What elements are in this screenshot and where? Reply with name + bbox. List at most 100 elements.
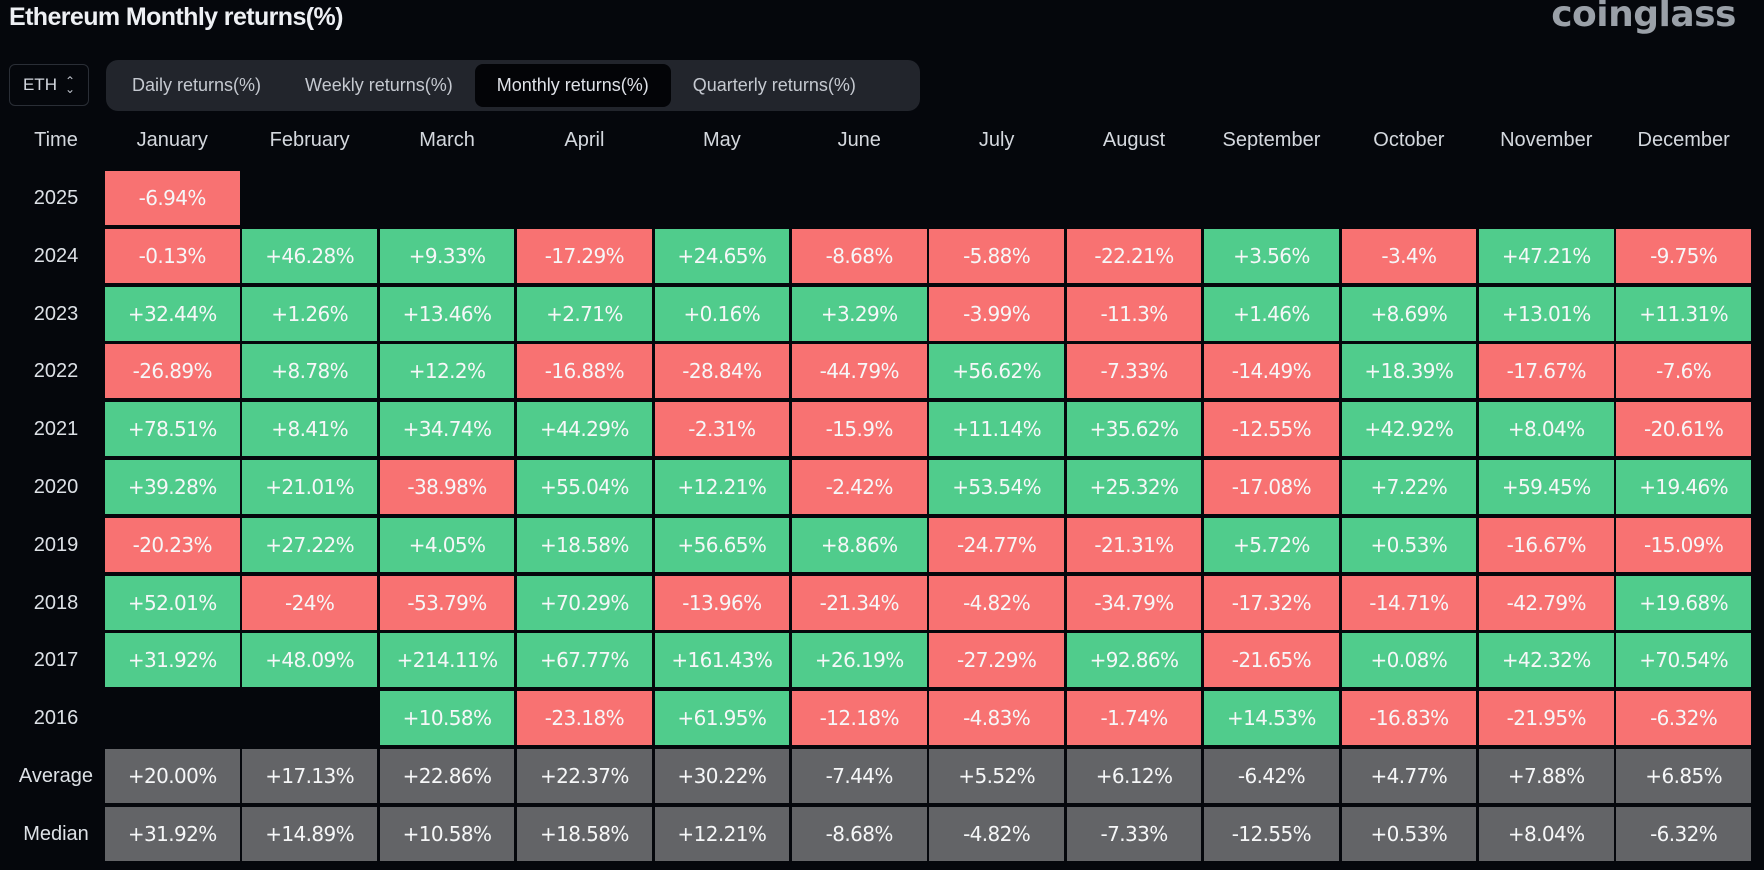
return-cell: -14.49% xyxy=(1204,344,1339,399)
return-cell: +59.45% xyxy=(1479,460,1614,514)
return-cell: -28.84% xyxy=(654,344,790,399)
return-cell: +53.54% xyxy=(929,460,1064,514)
return-cell: +2.71% xyxy=(517,286,652,341)
return-cell: +34.74% xyxy=(379,402,515,457)
summary-cell: +7.88% xyxy=(1479,749,1614,803)
year-label: 2018 xyxy=(33,591,79,614)
return-cell: +32.44% xyxy=(105,286,240,341)
return-cell: +42.32% xyxy=(1479,633,1614,688)
column-header: November xyxy=(1500,129,1593,151)
summary-cell: -4.82% xyxy=(929,806,1064,861)
summary-cell: +10.58% xyxy=(379,806,515,861)
return-cell: +11.14% xyxy=(929,402,1064,457)
summary-cell: +5.52% xyxy=(929,749,1064,803)
return-cell: +21.01% xyxy=(242,460,377,514)
year-label: 2022 xyxy=(33,360,79,383)
summary-cell: +22.37% xyxy=(517,749,652,803)
asset-selector[interactable]: ETH ⌃ ⌄ xyxy=(9,64,89,106)
return-cell: +12.2% xyxy=(379,344,515,399)
return-cell: +44.29% xyxy=(517,402,652,457)
return-cell: +13.46% xyxy=(379,286,515,341)
return-cell: -13.96% xyxy=(654,575,790,630)
return-cell: +11.31% xyxy=(1616,286,1751,341)
return-cell: +10.58% xyxy=(379,691,515,746)
return-cell: -12.18% xyxy=(792,691,927,746)
year-label: 2016 xyxy=(33,707,79,730)
return-cell: -3.4% xyxy=(1341,228,1477,283)
return-cell: -21.34% xyxy=(792,575,927,630)
return-cell: +5.72% xyxy=(1204,517,1339,572)
return-cell: -5.88% xyxy=(929,228,1064,283)
summary-cell: -6.42% xyxy=(1204,749,1339,803)
return-cell: +92.86% xyxy=(1066,633,1202,688)
return-cell: +56.65% xyxy=(654,517,790,572)
summary-cell: +14.89% xyxy=(242,806,377,861)
return-cell: -22.21% xyxy=(1066,228,1202,283)
return-cell: +67.77% xyxy=(517,633,652,688)
column-header: August xyxy=(1102,129,1166,151)
return-cell: +31.92% xyxy=(105,633,240,688)
return-cell: +24.65% xyxy=(654,228,790,283)
column-header: September xyxy=(1222,129,1321,151)
return-cell: +0.53% xyxy=(1341,517,1477,572)
summary-cell: +20.00% xyxy=(105,749,240,803)
tab-daily-returns[interactable]: Daily returns(%) xyxy=(110,64,283,107)
return-cell: +47.21% xyxy=(1479,228,1614,283)
return-cell: -20.23% xyxy=(105,517,240,572)
return-cell: -20.61% xyxy=(1616,402,1751,457)
coinglass-logo: coinglass xyxy=(1551,0,1736,35)
return-cell: -21.95% xyxy=(1479,691,1614,746)
summary-cell: +6.85% xyxy=(1616,749,1751,803)
summary-cell: +31.92% xyxy=(105,806,240,861)
year-label: 2019 xyxy=(33,533,79,556)
summary-cell: +0.53% xyxy=(1341,806,1477,861)
return-cell: +27.22% xyxy=(242,517,377,572)
return-cell: -38.98% xyxy=(379,460,515,514)
column-header-time: Time xyxy=(34,129,78,151)
return-cell: -14.71% xyxy=(1341,575,1477,630)
chevron-up-down-icon: ⌃ ⌄ xyxy=(64,74,76,96)
summary-cell: +4.77% xyxy=(1341,749,1477,803)
tab-quarterly-returns[interactable]: Quarterly returns(%) xyxy=(671,64,878,107)
return-cell: +3.56% xyxy=(1204,228,1339,283)
column-header: April xyxy=(564,129,605,151)
return-cell: -17.08% xyxy=(1204,460,1339,514)
return-cell: -8.68% xyxy=(792,228,927,283)
return-cell: -6.32% xyxy=(1616,691,1751,746)
summary-cell: +8.04% xyxy=(1479,806,1614,861)
return-cell: -17.67% xyxy=(1479,344,1614,399)
return-cell: +39.28% xyxy=(105,460,240,514)
summary-row-label: Median xyxy=(23,822,89,845)
year-label: 2020 xyxy=(33,476,79,498)
return-cell: +8.78% xyxy=(242,344,377,399)
return-cell: +0.16% xyxy=(654,286,790,341)
return-cell: +161.43% xyxy=(654,633,790,688)
returns-period-tabs: Daily returns(%) Weekly returns(%) Month… xyxy=(106,60,920,111)
summary-cell: -8.68% xyxy=(792,806,927,861)
return-cell: -1.74% xyxy=(1066,691,1202,746)
return-cell: -12.55% xyxy=(1204,402,1339,457)
return-cell: +13.01% xyxy=(1479,286,1614,341)
year-label: 2023 xyxy=(33,302,79,325)
return-cell: +8.04% xyxy=(1479,402,1614,457)
return-cell: +61.95% xyxy=(654,691,790,746)
summary-cell: +6.12% xyxy=(1066,749,1202,803)
return-cell: +7.22% xyxy=(1341,460,1477,514)
page-title: Ethereum Monthly returns(%) xyxy=(9,3,343,31)
return-cell: -24% xyxy=(242,575,377,630)
tab-monthly-returns[interactable]: Monthly returns(%) xyxy=(474,64,671,107)
return-cell: -7.6% xyxy=(1616,344,1751,399)
return-cell: +18.39% xyxy=(1341,344,1477,399)
tab-weekly-returns[interactable]: Weekly returns(%) xyxy=(283,64,475,107)
return-cell: -27.29% xyxy=(929,633,1064,688)
return-cell: -3.99% xyxy=(929,286,1064,341)
return-cell: +18.58% xyxy=(517,517,652,572)
return-cell: -23.18% xyxy=(517,691,652,746)
return-cell: +42.92% xyxy=(1341,402,1477,457)
return-cell: +12.21% xyxy=(654,460,790,514)
return-cell: +1.46% xyxy=(1204,286,1339,341)
return-cell: +46.28% xyxy=(242,228,377,283)
return-cell: +35.62% xyxy=(1066,402,1202,457)
return-cell: +9.33% xyxy=(379,228,515,283)
summary-cell: +18.58% xyxy=(517,806,652,861)
